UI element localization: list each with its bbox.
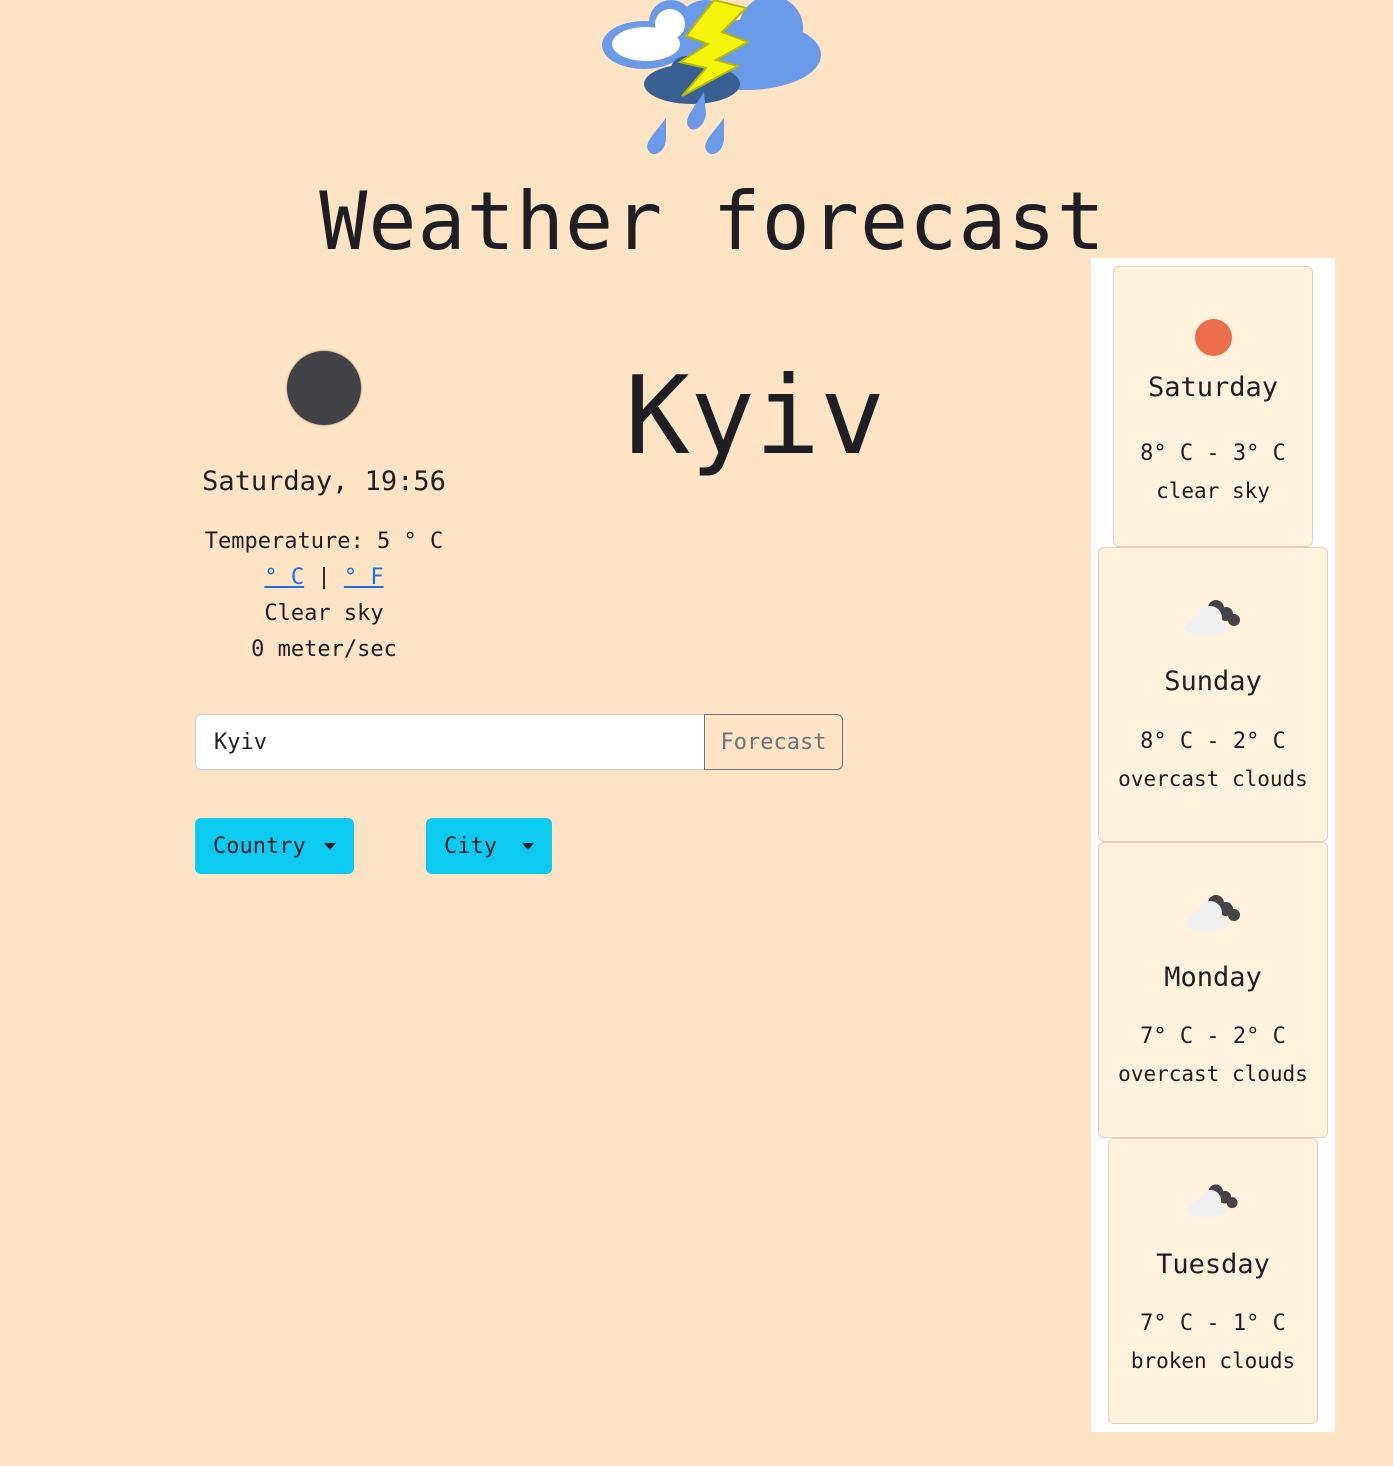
temperature-label: Temperature: xyxy=(204,529,364,554)
forecast-temp-range: 7° C - 1° C xyxy=(1140,1311,1286,1336)
forecast-day: Tuesday xyxy=(1156,1249,1270,1280)
current-datetime: Saturday, 19:56 xyxy=(202,466,446,497)
forecast-day: Monday xyxy=(1164,962,1262,993)
forecast-condition: broken clouds xyxy=(1130,1349,1296,1373)
forecast-card-tuesday: Tuesday 7° C - 1° C broken clouds xyxy=(1108,1138,1318,1424)
forecast-card-saturday: Saturday 8° C - 3° C clear sky xyxy=(1113,266,1313,547)
forecast-condition: overcast clouds xyxy=(1118,767,1308,791)
cloud-icon xyxy=(1184,895,1240,931)
thunderstorm-rain-icon xyxy=(602,0,821,155)
forecast-button[interactable]: Forecast xyxy=(704,714,843,770)
forecast-condition: overcast clouds xyxy=(1118,1062,1308,1086)
cloud-icon xyxy=(1186,1184,1238,1218)
fahrenheit-link[interactable]: ° F xyxy=(344,565,384,590)
sun-icon xyxy=(1194,319,1232,356)
temperature-value: 5 xyxy=(376,529,391,554)
wind-speed: 0 meter/sec xyxy=(251,637,397,662)
city-name: Kyiv xyxy=(624,354,886,479)
forecast-panel: Saturday 8° C - 3° C clear sky Sunday 8°… xyxy=(1091,258,1335,1432)
forecast-temp-range: 8° C - 3° C xyxy=(1140,441,1286,466)
forecast-day: Saturday xyxy=(1147,372,1279,403)
forecast-card-monday: Monday 7° C - 2° C overcast clouds xyxy=(1098,842,1328,1138)
forecast-card-sunday: Sunday 8° C - 2° C overcast clouds xyxy=(1098,547,1328,842)
forecast-temp-range: 8° C - 2° C xyxy=(1140,729,1286,754)
search-form: Forecast xyxy=(195,714,843,770)
moon-icon xyxy=(287,351,361,425)
temperature-unit: ° C xyxy=(403,529,444,554)
city-dropdown-label: City xyxy=(444,833,497,859)
forecast-day: Sunday xyxy=(1164,666,1262,697)
unit-separator: | xyxy=(317,565,331,590)
unit-toggle: ° C | ° F xyxy=(174,562,474,594)
chevron-down-icon xyxy=(522,842,534,850)
celsius-link[interactable]: ° C xyxy=(264,565,304,590)
chevron-down-icon xyxy=(324,842,336,850)
country-dropdown-label: Country xyxy=(213,833,306,859)
current-temperature: Temperature: 5 ° C xyxy=(174,526,474,558)
city-dropdown[interactable]: City xyxy=(426,818,552,874)
forecast-temp-range: 7° C - 2° C xyxy=(1140,1024,1286,1049)
forecast-condition: clear sky xyxy=(1156,479,1270,503)
cloud-icon xyxy=(1184,600,1240,636)
city-search-input[interactable] xyxy=(195,714,704,770)
current-description: Clear sky xyxy=(264,601,384,626)
country-dropdown[interactable]: Country xyxy=(195,818,354,874)
page-title: Weather forecast xyxy=(319,175,1106,268)
